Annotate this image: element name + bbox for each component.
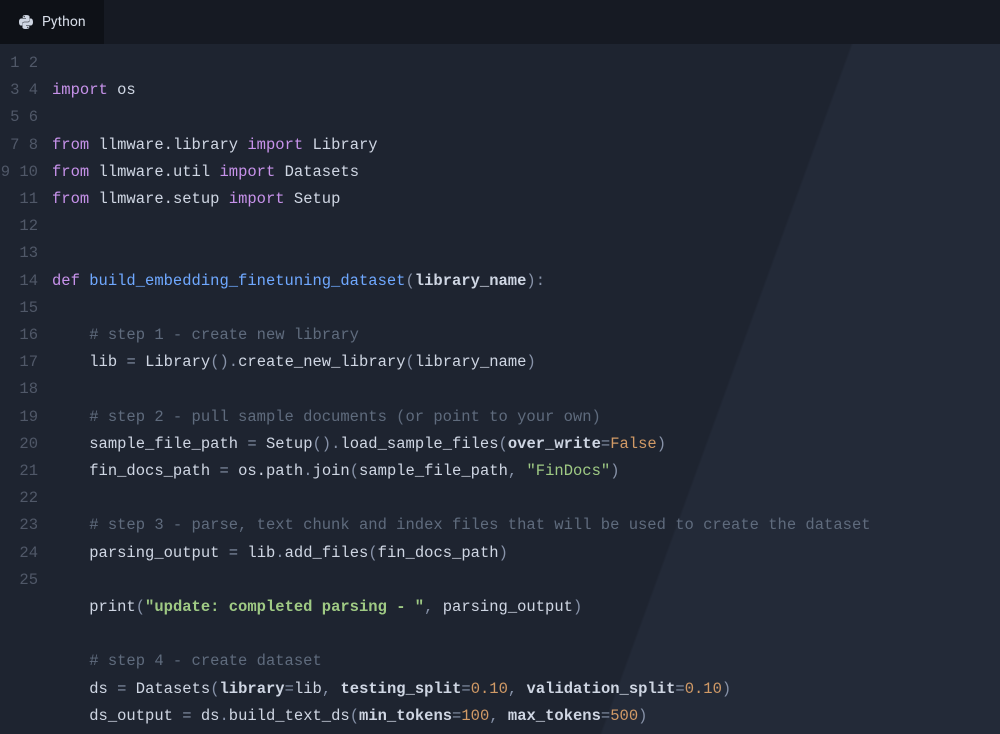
code-line: # step 2 - pull sample documents (or poi… bbox=[52, 408, 601, 426]
tab-bar: Python bbox=[0, 0, 1000, 44]
code-line: from llmware.library import Library bbox=[52, 136, 378, 154]
code-line bbox=[52, 244, 61, 262]
code-line: # step 1 - create new library bbox=[52, 326, 359, 344]
code-line: print("update: completed parsing - ", pa… bbox=[52, 598, 582, 616]
code-line bbox=[52, 571, 61, 589]
code-line: import os bbox=[52, 81, 136, 99]
code-line: # step 4 - create dataset bbox=[52, 652, 322, 670]
code-line: parsing_output = lib.add_files(fin_docs_… bbox=[52, 544, 508, 562]
line-number-gutter: 1 2 3 4 5 6 7 8 9 10 11 12 13 14 15 16 1… bbox=[0, 50, 44, 594]
tab-label: Python bbox=[42, 14, 86, 30]
code-line bbox=[52, 625, 61, 643]
code-line: from llmware.setup import Setup bbox=[52, 190, 340, 208]
code-line bbox=[52, 489, 61, 507]
code-line: fin_docs_path = os.path.join(sample_file… bbox=[52, 462, 620, 480]
python-icon bbox=[18, 14, 34, 30]
code-line bbox=[52, 380, 61, 398]
code-line bbox=[52, 299, 61, 317]
code-line bbox=[52, 217, 61, 235]
code-line: ds_output = ds.build_text_ds(min_tokens=… bbox=[52, 707, 647, 725]
code-line: sample_file_path = Setup().load_sample_f… bbox=[52, 435, 666, 453]
code-line: ds = Datasets(library=lib, testing_split… bbox=[52, 680, 731, 698]
code-line bbox=[52, 108, 61, 126]
code-editor[interactable]: 1 2 3 4 5 6 7 8 9 10 11 12 13 14 15 16 1… bbox=[0, 44, 1000, 734]
code-line: def build_embedding_finetuning_dataset(l… bbox=[52, 272, 545, 290]
code-content: import os from llmware.library import Li… bbox=[52, 50, 871, 734]
tab-python[interactable]: Python bbox=[0, 0, 104, 44]
code-line: lib = Library().create_new_library(libra… bbox=[52, 353, 536, 371]
code-line: from llmware.util import Datasets bbox=[52, 163, 359, 181]
code-line: # step 3 - parse, text chunk and index f… bbox=[52, 516, 871, 534]
